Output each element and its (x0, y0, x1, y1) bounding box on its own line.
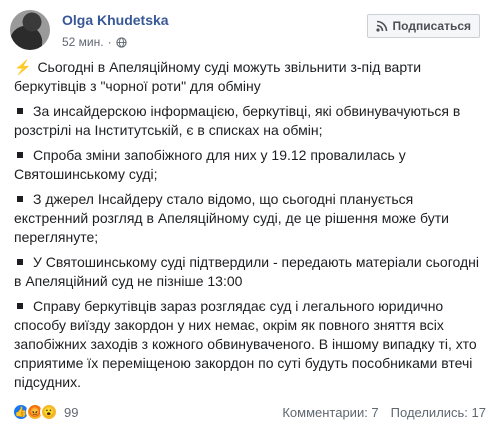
meta-separator: · (107, 35, 112, 49)
lightning-icon: ⚡ (14, 59, 32, 75)
bullet-square-icon (17, 196, 23, 203)
post-footer: 👍 😡 😮 99 Комментарии: 7 Поделились: 17 (12, 402, 486, 422)
author-avatar[interactable] (10, 10, 50, 50)
subscribe-label: Подписаться (392, 19, 471, 33)
post-paragraph: З джерел Інсайдеру стало відомо, що сьог… (14, 191, 450, 245)
author-name[interactable]: Olga Khudetska (62, 12, 169, 28)
post-text: ⚡ Сьогодні в Апеляційному суді можуть зві… (14, 58, 488, 398)
rss-icon (375, 20, 387, 32)
bullet-square-icon (17, 108, 23, 115)
reaction-count[interactable]: 99 (64, 405, 78, 420)
post-paragraph: У Святошинському суді підтвердили - пере… (14, 254, 479, 289)
globe-icon (115, 36, 127, 48)
post-paragraph: ⚡ Сьогодні в Апеляційному суді можуть зві… (14, 59, 422, 94)
bullet-square-icon (17, 152, 23, 159)
shares-count-link[interactable]: Поделились: 17 (391, 405, 486, 420)
reactions-summary[interactable]: 👍 😡 😮 99 (12, 403, 78, 421)
post-header: Olga Khudetska 52 мин. · Подписаться (10, 10, 488, 54)
post-paragraph: Спроба зміни запобіжного для них у 19.12… (14, 147, 406, 182)
post-meta: 52 мин. · (62, 35, 127, 49)
bullet-square-icon (17, 303, 23, 310)
comments-count-link[interactable]: Комментарии: 7 (282, 405, 378, 420)
post-paragraph: За инсайдерскою інформацією, беркутівці,… (14, 103, 461, 138)
post-paragraph: Справу беркутівців зараз розглядає суд і… (14, 298, 477, 390)
post-time[interactable]: 52 мин. (62, 35, 104, 49)
wow-icon: 😮 (40, 403, 58, 421)
bullet-square-icon (17, 259, 23, 266)
subscribe-button[interactable]: Подписаться (366, 14, 480, 38)
